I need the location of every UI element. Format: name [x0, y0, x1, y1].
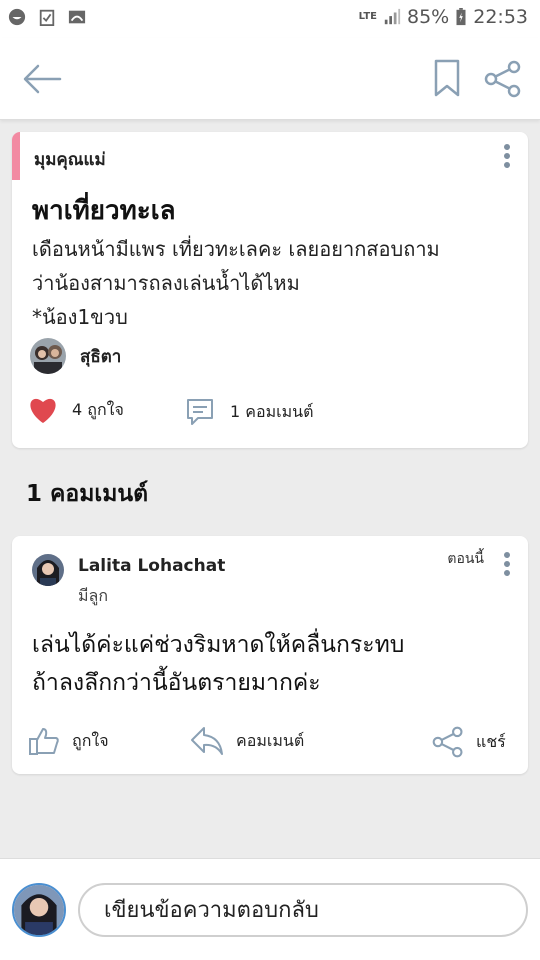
app-notification-icon	[8, 8, 26, 26]
comment-like-button[interactable]: ถูกใจ	[28, 726, 109, 756]
comments-heading: 1 คอมเมนต์	[26, 481, 149, 507]
comment-like-label: ถูกใจ	[72, 730, 109, 750]
user-avatar[interactable]	[12, 883, 66, 937]
clock: 22:53	[473, 6, 528, 28]
heart-icon[interactable]	[28, 396, 58, 424]
post-comment-button[interactable]: 1 คอมเมนต์	[184, 396, 313, 428]
comment-text-line: ถ้าลงลึกกว่านี้อันตรายมากค่ะ	[32, 670, 321, 696]
reply-input[interactable]	[78, 883, 528, 937]
image-icon	[68, 10, 86, 24]
share-icon[interactable]	[484, 60, 522, 98]
clipboard-check-icon	[39, 9, 55, 26]
author-avatar[interactable]	[30, 338, 66, 374]
battery-percent: 85%	[407, 6, 450, 28]
comment-card: Lalita Lohachat มีลูก ตอนนี้ เล่นได้ค่ะแ…	[12, 536, 528, 774]
post-body-line: *น้อง1ขวบ	[32, 305, 128, 329]
comment-share-label: แชร์	[476, 731, 506, 751]
category-accent	[12, 132, 20, 180]
comment-more-menu-icon[interactable]	[502, 552, 512, 580]
app-bar	[0, 38, 540, 120]
comment-text-line: เล่นได้ค่ะแค่ช่วงริมหาดให้คลื่นกระทบ	[32, 632, 405, 658]
reply-bar	[0, 858, 540, 960]
post-category[interactable]: มุมคุณแม่	[34, 146, 106, 173]
comment-time: ตอนนี้	[447, 551, 484, 567]
status-icons-left	[8, 8, 86, 26]
post-body-line: ว่าน้องสามารถลงเล่นน้ำได้ไหม	[32, 271, 300, 295]
back-arrow-icon[interactable]	[22, 62, 62, 96]
reply-arrow-icon	[191, 727, 223, 755]
signal-icon	[384, 8, 401, 25]
comment-reply-button[interactable]: คอมเมนต์	[190, 726, 304, 756]
commenter-avatar[interactable]	[32, 554, 64, 586]
share-icon	[432, 726, 463, 758]
status-bar: LTE 85% 22:53	[0, 0, 540, 38]
status-icons-right: LTE 85% 22:53	[359, 6, 528, 28]
commenter-role: มีลูก	[78, 586, 109, 605]
post-body-line: เดือนหน้ามีแพร เที่ยวทะเลคะ เลยอยากสอบถา…	[32, 237, 440, 261]
post-comment-count: 1 คอมเมนต์	[230, 401, 314, 421]
commenter-name[interactable]: Lalita Lohachat	[78, 556, 225, 576]
post-like-button[interactable]: 4 ถูกใจ	[28, 396, 124, 424]
post-author[interactable]: สุธิตา	[30, 338, 121, 374]
comment-icon[interactable]	[184, 396, 216, 428]
post-card: มุมคุณแม่ พาเที่ยวทะเล เดือนหน้ามีแพร เท…	[12, 132, 528, 448]
post-like-count: 4 ถูกใจ	[72, 399, 124, 419]
author-name[interactable]: สุธิตา	[80, 343, 121, 370]
battery-icon	[456, 8, 466, 26]
post-title: พาเที่ยวทะเล	[32, 196, 176, 226]
comment-text: เล่นได้ค่ะแค่ช่วงริมหาดให้คลื่นกระทบ ถ้า…	[32, 626, 522, 702]
thumbs-up-icon	[29, 728, 59, 755]
bookmark-icon[interactable]	[432, 58, 462, 98]
comment-share-button[interactable]: แชร์	[432, 726, 506, 758]
comment-reply-label: คอมเมนต์	[236, 730, 305, 750]
network-type: LTE	[358, 11, 377, 22]
post-more-menu-icon[interactable]	[502, 144, 512, 172]
post-body: เดือนหน้ามีแพร เที่ยวทะเลคะ เลยอยากสอบถา…	[32, 232, 522, 334]
